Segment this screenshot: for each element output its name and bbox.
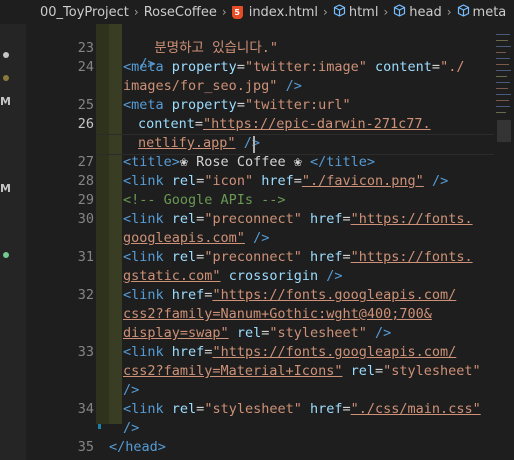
symbol-element-icon bbox=[333, 3, 346, 21]
minimap-line bbox=[496, 52, 506, 53]
code-line-28[interactable]: <link rel="icon" href="./favicon.png" /> bbox=[123, 173, 448, 189]
breadcrumb-item-folder[interactable]: 00_ToyProject bbox=[40, 5, 129, 20]
minimap-line bbox=[496, 76, 507, 77]
added-dot-icon bbox=[3, 252, 9, 258]
modified-badge: M bbox=[0, 95, 11, 108]
line-number: 27 bbox=[77, 154, 94, 170]
flower-icon: ❀ bbox=[179, 154, 189, 170]
code-line-31-wrap[interactable]: gstatic.com" crossorigin /> bbox=[123, 268, 343, 284]
breadcrumb-item-meta[interactable]: meta bbox=[473, 5, 507, 20]
symbol-element-icon bbox=[393, 3, 406, 21]
minimap-line bbox=[496, 40, 508, 41]
text-cursor bbox=[253, 136, 255, 153]
minimap-line bbox=[496, 82, 510, 83]
line-number: 33 bbox=[77, 344, 94, 360]
breadcrumb-item-html[interactable]: html bbox=[349, 5, 379, 20]
code-line[interactable]: 분명하고 있습니다." bbox=[138, 20, 278, 56]
chevron-right-icon: › bbox=[323, 5, 328, 19]
code-line-30[interactable]: <link rel="preconnect" href="https://fon… bbox=[123, 211, 473, 227]
code-line-34-wrap[interactable]: /> bbox=[123, 420, 139, 436]
code-line-30-wrap[interactable]: googleapis.com" /> bbox=[123, 230, 269, 246]
line-number: 35 bbox=[77, 439, 94, 455]
line-number: 28 bbox=[77, 173, 94, 189]
code-line-26[interactable]: content="https://epic-darwin-271c77. bbox=[138, 116, 431, 132]
minimap-line bbox=[496, 94, 511, 95]
modified-badge: M bbox=[0, 182, 11, 195]
breadcrumb-item-head[interactable]: head bbox=[409, 5, 441, 20]
code-line-33-wrap[interactable]: /> bbox=[123, 382, 139, 398]
minimap-line bbox=[496, 64, 509, 65]
line-number: 25 bbox=[77, 97, 94, 113]
minimap[interactable] bbox=[494, 24, 514, 460]
code-line-29[interactable]: <!-- Google APIs --> bbox=[123, 192, 286, 208]
code-line-34[interactable]: <link rel="stylesheet" href="./css/main.… bbox=[123, 401, 481, 417]
indent-guide bbox=[96, 24, 109, 424]
line-number: 34 bbox=[77, 401, 94, 417]
chevron-right-icon: › bbox=[221, 5, 227, 19]
line-number: 23 bbox=[77, 40, 94, 56]
minimap-line bbox=[496, 88, 508, 89]
minimap-line bbox=[496, 34, 510, 35]
code-line-35[interactable]: </head> bbox=[109, 439, 166, 455]
line-number: 29 bbox=[77, 192, 94, 208]
chevron-right-icon: › bbox=[383, 5, 389, 19]
indent-guide bbox=[109, 24, 122, 424]
chevron-right-icon: › bbox=[133, 5, 139, 19]
breadcrumb-item-subfolder[interactable]: RoseCoffee bbox=[144, 5, 217, 20]
line-number: 30 bbox=[77, 211, 94, 227]
code-line-24-wrap[interactable]: images/for_seo.jpg" /> bbox=[123, 78, 302, 94]
code-line-32-wrap[interactable]: css2?family=Nanum+Gothic:wght@400;700& bbox=[123, 306, 432, 322]
code-line-32[interactable]: <link href="https://fonts.googleapis.com… bbox=[123, 287, 456, 303]
minimap-line bbox=[496, 46, 511, 47]
line-number: 24 bbox=[77, 59, 94, 75]
code-line-25[interactable]: <meta property="twitter:url" bbox=[123, 97, 351, 113]
breadcrumb-item-file[interactable]: index.html bbox=[249, 5, 318, 20]
minimap-line bbox=[496, 100, 509, 101]
line-number: 31 bbox=[77, 249, 94, 265]
minimap-line bbox=[496, 58, 510, 59]
modified-dot-icon bbox=[3, 52, 9, 58]
html5-file-icon: 5 bbox=[231, 5, 243, 19]
symbol-element-icon bbox=[457, 3, 470, 21]
modified-dot-icon bbox=[3, 75, 9, 81]
flower-icon: ❀ bbox=[293, 154, 302, 170]
minimap-line bbox=[496, 106, 510, 107]
chevron-right-icon: › bbox=[446, 5, 452, 19]
code-line-31[interactable]: <link rel="preconnect" href="https://fon… bbox=[123, 249, 473, 265]
code-line-32-wrap[interactable]: display=swap" rel="stylesheet" /> bbox=[123, 325, 391, 341]
code-line-27[interactable]: <title>❀ Rose Coffee ❀ </title> bbox=[123, 154, 375, 170]
code-line-26-wrap[interactable]: netlify.app" /> bbox=[138, 135, 260, 151]
minimap-line bbox=[496, 112, 506, 113]
code-line-33[interactable]: <link href="https://fonts.googleapis.com… bbox=[123, 344, 456, 360]
line-number: 32 bbox=[77, 287, 94, 303]
line-number: 26 bbox=[77, 116, 94, 132]
code-line-33-wrap[interactable]: css2?family=Material+Icons" rel="stylesh… bbox=[123, 363, 481, 379]
explorer-strip: M M bbox=[0, 24, 26, 460]
line-number-gutter: 23 24 25 26 27 28 29 30 31 32 33 34 35 bbox=[26, 24, 101, 460]
code-line-24[interactable]: <meta property="twitter:image" content="… bbox=[123, 59, 464, 75]
vertical-scrollbar-thumb[interactable] bbox=[497, 120, 511, 142]
minimap-line bbox=[496, 70, 511, 71]
